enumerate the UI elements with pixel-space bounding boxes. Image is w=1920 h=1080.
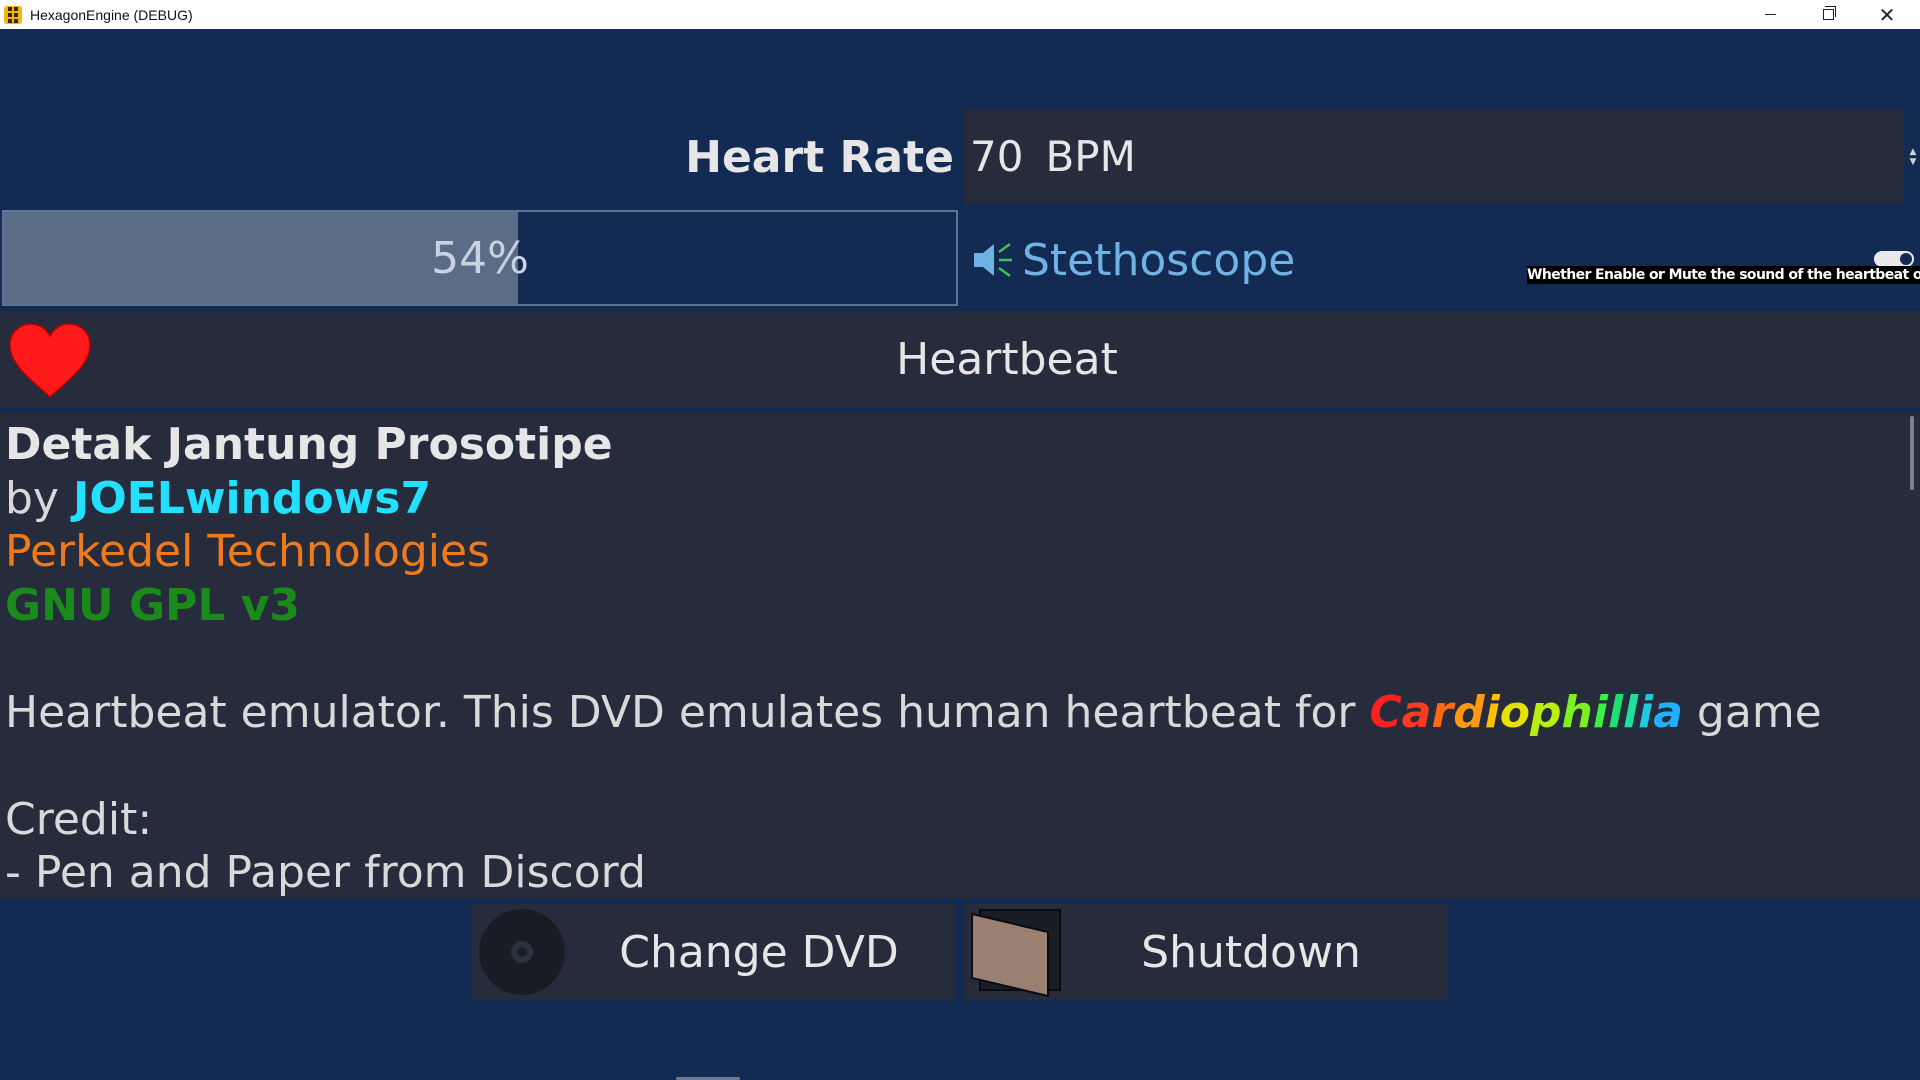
spin-arrows[interactable]: ▲ ▼ [1907,148,1919,167]
info-scrollbar[interactable] [1910,416,1914,490]
stethoscope-toggle[interactable]: Stethoscope [972,228,1295,292]
game-name-letter: a [1401,686,1432,738]
game-name-letter: i [1592,686,1608,738]
game-name-letter: h [1561,686,1593,738]
shutdown-label: Shutdown [1141,926,1361,978]
stethoscope-label: Stethoscope [1022,234,1296,286]
shutdown-button[interactable]: Shutdown [964,904,1448,1000]
progress-text: 54% [431,232,529,284]
game-name-letter: a [1653,686,1683,738]
game-name-letter: o [1499,686,1531,738]
maximize-icon [1822,6,1836,20]
author-prefix: by [5,472,73,524]
spin-up-icon[interactable]: ▲ [1910,148,1917,157]
game-name-letter: C [1369,686,1402,738]
dvd-title: Detak Jantung Prosotipe [5,419,613,470]
minimize-button[interactable] [1741,0,1799,29]
game-name-letter: i [1484,686,1500,738]
company-name: Perkedel Technologies [5,526,490,577]
info-panel[interactable]: Detak Jantung Prosotipe by JOELwindows7 … [0,412,1920,898]
change-dvd-button[interactable]: Change DVD [472,904,956,1000]
author-name: JOELwindows7 [72,472,432,524]
app-icon [4,5,22,24]
heart-rate-unit: BPM [1045,132,1136,181]
close-icon: ✕ [1878,2,1896,27]
speaker-icon [974,242,1012,278]
game-name-letter: l [1607,686,1624,738]
game-name-letter: p [1530,686,1562,738]
heart-rate-spinbox[interactable]: 70 BPM [964,109,1904,204]
change-dvd-label: Change DVD [619,926,899,978]
game-name-letter: i [1638,686,1654,738]
credit-heading: Credit: [5,793,153,845]
heart-rate-value[interactable]: 70 [970,132,1023,181]
maximize-button[interactable] [1799,0,1857,29]
spin-down-icon[interactable]: ▼ [1910,158,1917,167]
description-end: game [1682,686,1822,738]
heartbeat-label: Heartbeat [896,333,1118,385]
game-name-letter: l [1623,686,1639,738]
info-text: Detak Jantung Prosotipe by JOELwindows7 … [5,418,1822,898]
stethoscope-switch[interactable] [1874,251,1914,267]
minimize-icon [1764,14,1776,15]
description-start: Heartbeat emulator. This DVD emulates hu… [5,686,1370,738]
window-title-bar: HexagonEngine (DEBUG) ✕ [0,0,1920,29]
description: Heartbeat emulator. This DVD emulates hu… [5,686,1822,740]
close-button[interactable]: ✕ [1858,0,1916,29]
author-line: by JOELwindows7 [5,472,1822,526]
game-name-letter: r [1431,686,1454,738]
heartbeat-progress-bar: 54% [2,210,958,306]
credit-line: - Pen and Paper from Discord [5,847,646,898]
license: GNU GPL v3 [5,579,301,631]
game-name: Cardiophillia [1370,687,1683,738]
game-name-letter: d [1453,686,1485,738]
window-title: HexagonEngine (DEBUG) [30,6,193,23]
heartbeat-button[interactable]: Heartbeat [0,311,1920,407]
stethoscope-tooltip: Whether Enable or Mute the sound of the … [1527,266,1920,284]
heart-rate-label: Heart Rate [685,132,954,183]
